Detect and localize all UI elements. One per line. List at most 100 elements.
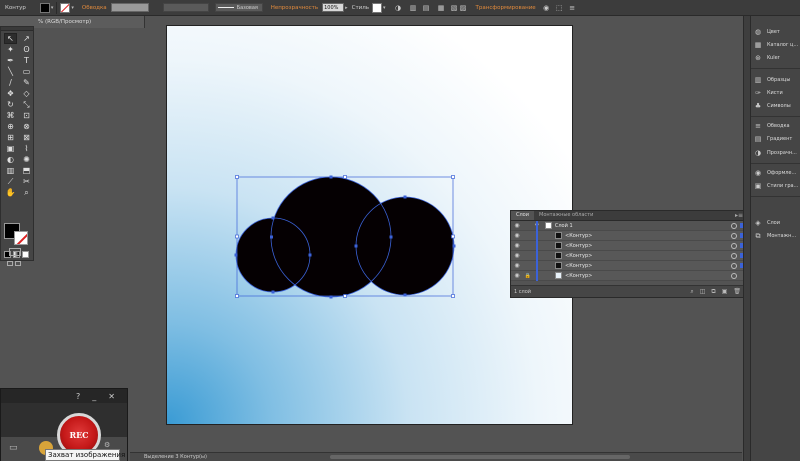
- isolate-icon[interactable]: ◉: [542, 3, 551, 12]
- slice-tool-icon[interactable]: ⟋: [4, 176, 17, 187]
- stroke-swatch[interactable]: [60, 2, 71, 13]
- selection-tool-icon[interactable]: ↖: [4, 33, 17, 44]
- zoom-tool-icon[interactable]: ⌕: [20, 187, 33, 198]
- sublayer-row[interactable]: ◉ 🔒 <Контур>: [511, 271, 747, 281]
- paintbrush-tool-icon[interactable]: ∕: [4, 77, 17, 88]
- dock-item-appearance[interactable]: ◉ Оформле...: [754, 167, 796, 179]
- folder-icon[interactable]: ▭: [9, 443, 18, 453]
- dock-item-kuler[interactable]: ⊛ Kuler: [754, 52, 780, 64]
- target-circle-icon[interactable]: [731, 232, 737, 239]
- visibility-eye-icon[interactable]: ◉: [511, 252, 523, 259]
- target-circle-icon[interactable]: [731, 242, 737, 249]
- tab-layers[interactable]: Слои: [511, 211, 534, 220]
- opacity-label[interactable]: Непрозрачность: [271, 5, 318, 11]
- locate-object-icon[interactable]: ⌕: [690, 288, 693, 296]
- minimize-button[interactable]: _: [92, 392, 96, 401]
- opacity-field[interactable]: 100%: [322, 3, 345, 12]
- rectangle-tool-icon[interactable]: ▭: [20, 66, 33, 77]
- perspective-grid-tool-icon[interactable]: ⊞: [4, 132, 17, 143]
- fill-stroke-widget[interactable]: [4, 223, 32, 247]
- distribute-center-icon[interactable]: ▧: [450, 3, 459, 12]
- symbol-sprayer-tool-icon[interactable]: ✺: [20, 154, 33, 165]
- eyedropper-tool-icon[interactable]: ⌇: [20, 143, 33, 154]
- visibility-eye-icon[interactable]: ◉: [511, 242, 523, 249]
- help-button[interactable]: ?: [76, 392, 80, 401]
- dock-item-stroke[interactable]: ≡ Обводка: [754, 120, 790, 132]
- mesh-tool-icon[interactable]: ⊠: [20, 132, 33, 143]
- scissors-tool-icon[interactable]: ✂: [20, 176, 33, 187]
- line-tool-icon[interactable]: ╲: [4, 66, 17, 77]
- stroke-weight-field[interactable]: [110, 3, 149, 12]
- stroke-label[interactable]: Обводка: [82, 5, 107, 11]
- rotate-tool-icon[interactable]: ↻: [4, 99, 17, 110]
- distribute-icon[interactable]: ▦: [437, 3, 446, 12]
- fill-swatch[interactable]: [39, 2, 50, 13]
- dock-item-gradient[interactable]: ▤ Градиент: [754, 133, 793, 145]
- style-dropdown-arrow-icon[interactable]: ▾: [383, 5, 386, 11]
- path-name[interactable]: <Контур>: [565, 243, 592, 249]
- delete-layer-icon[interactable]: 🗑: [733, 288, 741, 296]
- draw-mode-icon[interactable]: [7, 261, 13, 266]
- magic-wand-tool-icon[interactable]: ✦: [4, 44, 17, 55]
- pen-tool-icon[interactable]: ✒: [4, 55, 17, 66]
- align-icon[interactable]: ▥: [409, 3, 418, 12]
- close-button[interactable]: ✕: [108, 392, 115, 401]
- panel-menu-icon[interactable]: ≡: [568, 3, 577, 12]
- dock-item-symbols[interactable]: ♣ Символы: [754, 100, 791, 112]
- gradient-tool-icon[interactable]: ▣: [4, 143, 17, 154]
- blend-tool-icon[interactable]: ◐: [4, 154, 17, 165]
- tab-artboards[interactable]: Монтажные области: [534, 211, 598, 220]
- horizontal-scrollbar[interactable]: [330, 455, 630, 459]
- dock-item-graphic-styles[interactable]: ▣ Стили гра...: [754, 180, 799, 192]
- stroke-color-swatch[interactable]: [14, 231, 28, 245]
- type-tool-icon[interactable]: T: [20, 55, 33, 66]
- dock-item-brushes[interactable]: ✑ Кисти: [754, 87, 783, 99]
- distribute-bottom-icon[interactable]: ▨: [459, 3, 468, 12]
- warp-tool-icon[interactable]: ⌘: [4, 110, 17, 121]
- draw-behind-icon[interactable]: [15, 261, 21, 266]
- fill-dropdown-arrow-icon[interactable]: ▾: [51, 5, 54, 11]
- column-graph-tool-icon[interactable]: ▥: [4, 165, 17, 176]
- screen-mode-icon[interactable]: [9, 248, 21, 256]
- sublayer-row[interactable]: ◉ <Контур>: [511, 251, 747, 261]
- lasso-tool-icon[interactable]: ʘ: [20, 44, 33, 55]
- style-swatch[interactable]: [372, 2, 383, 13]
- path-name[interactable]: <Контур>: [565, 263, 592, 269]
- hand-tool-icon[interactable]: ✋: [4, 187, 17, 198]
- opacity-dropdown-arrow-icon[interactable]: ▸: [345, 5, 348, 11]
- align-center-icon[interactable]: ▤: [422, 3, 431, 12]
- visibility-eye-icon[interactable]: ◉: [511, 272, 523, 279]
- direct-selection-tool-icon[interactable]: ↗: [20, 33, 33, 44]
- pencil-tool-icon[interactable]: ✎: [20, 77, 33, 88]
- free-transform-tool-icon[interactable]: ⊡: [20, 110, 33, 121]
- recolor-artwork-icon[interactable]: ◑: [394, 3, 403, 12]
- arrange-icon[interactable]: ⬚: [555, 3, 564, 12]
- visibility-eye-icon[interactable]: ◉: [511, 232, 523, 239]
- lock-icon[interactable]: 🔒: [523, 273, 533, 279]
- dock-item-color-guide[interactable]: ▦ Каталог ц...: [754, 39, 799, 51]
- eraser-tool-icon[interactable]: ◇: [20, 88, 33, 99]
- dock-item-layers[interactable]: ◈ Слои: [754, 217, 780, 229]
- dock-item-artboards[interactable]: ⧉ Монтажн...: [754, 230, 797, 242]
- none-mode-icon[interactable]: [22, 251, 29, 258]
- sublayer-row[interactable]: ◉ <Контур>: [511, 261, 747, 271]
- visibility-eye-icon[interactable]: ◉: [511, 262, 523, 269]
- dock-item-transparency[interactable]: ◑ Прозрачн...: [754, 147, 797, 159]
- scale-tool-icon[interactable]: ⤡: [20, 99, 33, 110]
- brush-profile-dropdown[interactable]: Базовая: [214, 3, 263, 12]
- capture-settings-icon[interactable]: ⚙: [104, 441, 110, 449]
- new-layer-icon[interactable]: ▣: [722, 288, 728, 296]
- dock-item-swatches[interactable]: ▥ Образцы: [754, 74, 791, 86]
- target-circle-icon[interactable]: [731, 272, 737, 279]
- blob-brush-tool-icon[interactable]: ❖: [4, 88, 17, 99]
- path-name[interactable]: <Контур>: [565, 233, 592, 239]
- sublayer-row[interactable]: ◉ <Контур>: [511, 241, 747, 251]
- new-sublayer-icon[interactable]: ⧉: [711, 288, 715, 296]
- capture-title-bar[interactable]: ? _ ✕: [1, 389, 127, 403]
- layer-name[interactable]: Слой 1: [555, 223, 573, 229]
- layer-row[interactable]: ◉ ▼ Слой 1: [511, 221, 747, 231]
- live-paint-tool-icon[interactable]: ⊗: [20, 121, 33, 132]
- visibility-eye-icon[interactable]: ◉: [511, 222, 523, 229]
- path-name[interactable]: <Контур>: [565, 273, 592, 279]
- variable-width-profile[interactable]: [162, 3, 209, 12]
